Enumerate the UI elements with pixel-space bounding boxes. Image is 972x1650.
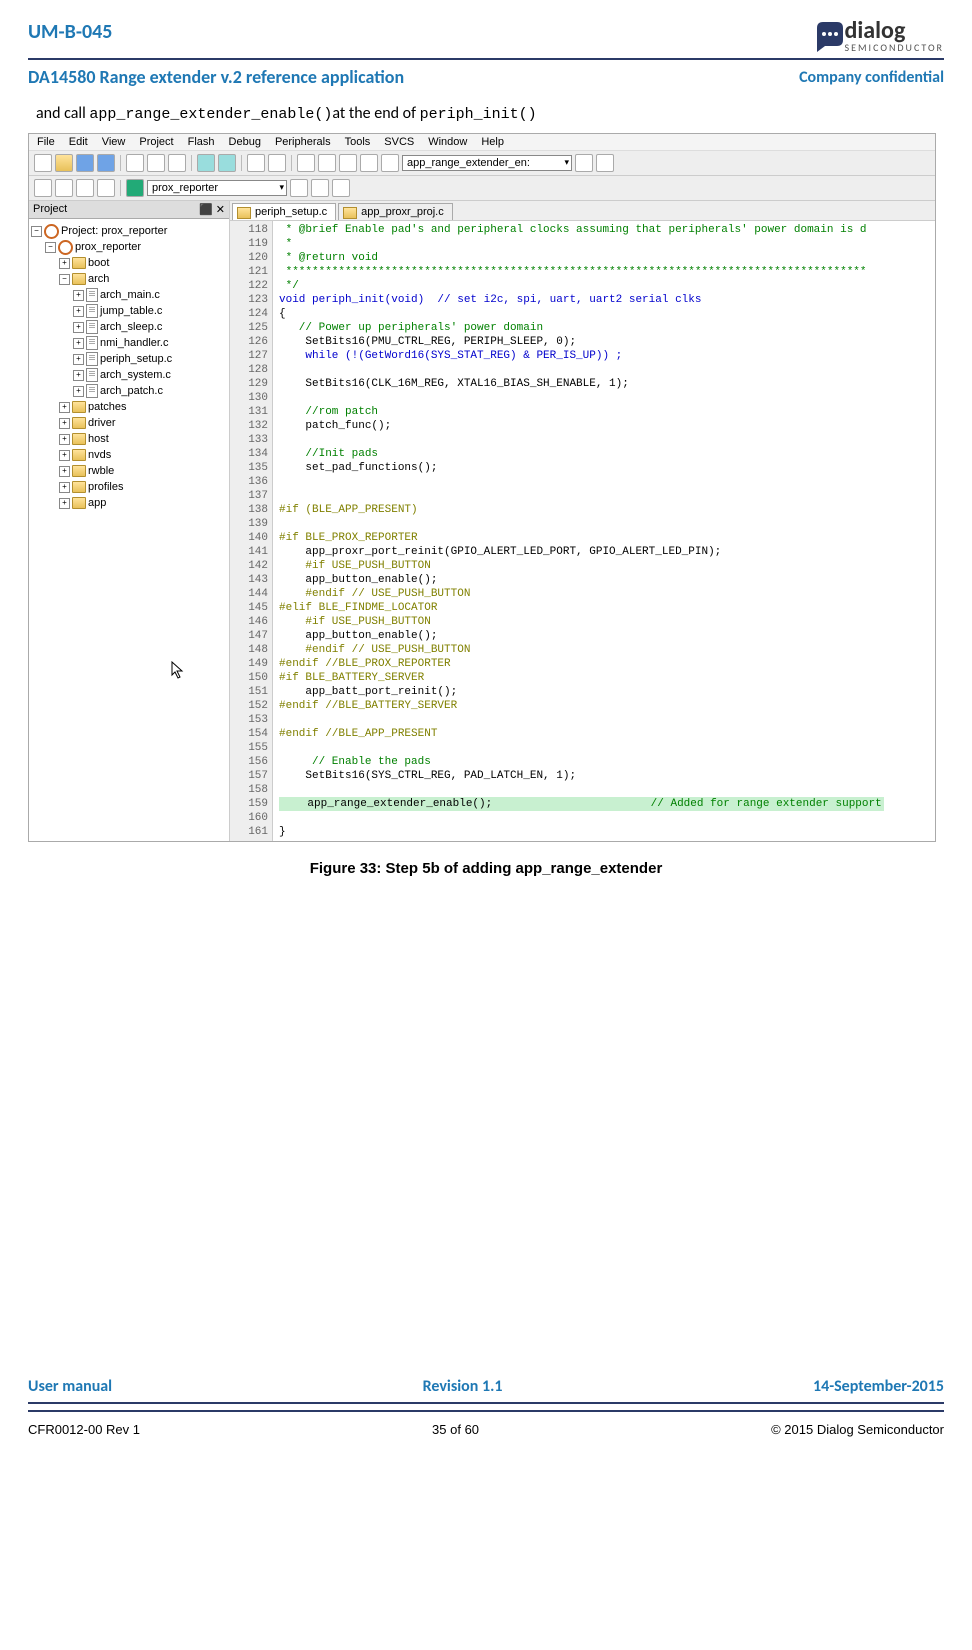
tree-node[interactable]: + app <box>31 495 227 511</box>
panel-pin-icon[interactable]: ⬛ ✕ <box>199 203 225 216</box>
tree-node[interactable]: + periph_setup.c <box>31 351 227 367</box>
editor-tabs: periph_setup.capp_proxr_proj.c <box>230 201 935 221</box>
build-icon[interactable] <box>34 179 52 197</box>
project-panel: Project⬛ ✕ − Project: prox_reporter− pro… <box>29 201 230 841</box>
page-header: UM-B-045 dialogSEMICONDUCTOR <box>28 20 944 52</box>
open-file-icon[interactable] <box>55 154 73 172</box>
new-file-icon[interactable] <box>34 154 52 172</box>
menu-item[interactable]: Peripherals <box>275 136 331 148</box>
cut-icon[interactable] <box>126 154 144 172</box>
menu-item[interactable]: Project <box>139 136 173 148</box>
logo-subtext: SEMICONDUCTOR <box>845 43 944 53</box>
tree-node[interactable]: + rwble <box>31 463 227 479</box>
menu-item[interactable]: Help <box>481 136 504 148</box>
rebuild-icon[interactable] <box>55 179 73 197</box>
footer-bottom: CFR0012-00 Rev 1 35 of 60 © 2015 Dialog … <box>28 1422 944 1437</box>
menu-item[interactable]: SVCS <box>384 136 414 148</box>
tree-node[interactable]: + arch_main.c <box>31 287 227 303</box>
download-icon[interactable] <box>126 179 144 197</box>
project-panel-title: Project⬛ ✕ <box>29 201 229 219</box>
search-combo[interactable]: app_range_extender_en: <box>402 155 572 171</box>
tree-node[interactable]: + nmi_handler.c <box>31 335 227 351</box>
target-options-icon[interactable] <box>311 179 329 197</box>
tree-node[interactable]: − prox_reporter <box>31 239 227 255</box>
tree-node[interactable]: + boot <box>31 255 227 271</box>
tree-node[interactable]: + profiles <box>31 479 227 495</box>
toolbar-2: prox_reporter <box>29 176 935 201</box>
batch-build-icon[interactable] <box>76 179 94 197</box>
header-rule <box>28 58 944 60</box>
footer-rule-2 <box>28 1410 944 1412</box>
find-icon[interactable] <box>575 154 593 172</box>
options-icon[interactable] <box>290 179 308 197</box>
nav-back-icon[interactable] <box>247 154 265 172</box>
menu-item[interactable]: Debug <box>229 136 261 148</box>
doc-subtitle: DA14580 Range extender v.2 reference app… <box>28 66 404 88</box>
footer-right: 14-September-2015 <box>813 1377 944 1396</box>
confidential-label: Company confidential <box>799 68 944 87</box>
menu-item[interactable]: Window <box>428 136 467 148</box>
doc-id: UM-B-045 <box>28 20 112 44</box>
save-all-icon[interactable] <box>97 154 115 172</box>
target-combo[interactable]: prox_reporter <box>147 180 287 196</box>
tree-node[interactable]: + arch_system.c <box>31 367 227 383</box>
toolbar-1: app_range_extender_en: <box>29 151 935 176</box>
nav-fwd-icon[interactable] <box>268 154 286 172</box>
menu-item[interactable]: View <box>102 136 126 148</box>
tree-node[interactable]: + arch_patch.c <box>31 383 227 399</box>
footer-rule-1 <box>28 1402 944 1404</box>
uncomment-icon[interactable] <box>381 154 399 172</box>
menu-item[interactable]: File <box>37 136 55 148</box>
menu-item[interactable]: Edit <box>69 136 88 148</box>
menu-bar: File Edit View Project Flash Debug Peripherals… <box>29 134 935 151</box>
tree-node[interactable]: − Project: prox_reporter <box>31 223 227 239</box>
figure-caption: Figure 33: Step 5b of adding app_range_e… <box>28 860 944 877</box>
footer-right2: © 2015 Dialog Semiconductor <box>771 1422 944 1437</box>
sub-header: DA14580 Range extender v.2 reference app… <box>28 66 944 88</box>
tree-node[interactable]: + patches <box>31 399 227 415</box>
code-area: 118 119 120 121 122 123 124 125 126 127 … <box>230 221 935 841</box>
paste-icon[interactable] <box>168 154 186 172</box>
tree-node[interactable]: − arch <box>31 271 227 287</box>
editor-tab[interactable]: periph_setup.c <box>232 203 336 220</box>
code-body: * @brief Enable pad's and peripheral clo… <box>273 221 890 841</box>
editor-tab[interactable]: app_proxr_proj.c <box>338 203 453 220</box>
tree-node[interactable]: + driver <box>31 415 227 431</box>
footer-center2: 35 of 60 <box>432 1422 479 1437</box>
footer-center: Revision 1.1 <box>423 1377 503 1396</box>
tree-node[interactable]: + nvds <box>31 447 227 463</box>
save-icon[interactable] <box>76 154 94 172</box>
body-instruction: and call app_range_extender_enable()at t… <box>36 104 944 123</box>
footer-top: User manual Revision 1.1 14-September-20… <box>28 1377 944 1396</box>
cursor-icon <box>171 661 185 679</box>
tree-node[interactable]: + host <box>31 431 227 447</box>
editor-area: periph_setup.capp_proxr_proj.c 118 119 1… <box>230 201 935 841</box>
redo-icon[interactable] <box>218 154 236 172</box>
comment-icon[interactable] <box>360 154 378 172</box>
tree-node[interactable]: + arch_sleep.c <box>31 319 227 335</box>
indent-icon[interactable] <box>318 154 336 172</box>
footer-left2: CFR0012-00 Rev 1 <box>28 1422 140 1437</box>
line-gutter: 118 119 120 121 122 123 124 125 126 127 … <box>230 221 273 841</box>
dialog-icon <box>813 20 843 52</box>
menu-item[interactable]: Tools <box>345 136 371 148</box>
company-logo: dialogSEMICONDUCTOR <box>813 20 944 52</box>
footer-left: User manual <box>28 1377 112 1396</box>
find-next-icon[interactable] <box>596 154 614 172</box>
ide-screenshot: File Edit View Project Flash Debug Peripherals… <box>28 133 936 842</box>
menu-item[interactable]: Flash <box>188 136 215 148</box>
outdent-icon[interactable] <box>339 154 357 172</box>
copy-icon[interactable] <box>147 154 165 172</box>
manage-icon[interactable] <box>332 179 350 197</box>
project-tree: − Project: prox_reporter− prox_reporter+… <box>29 219 229 515</box>
stop-build-icon[interactable] <box>97 179 115 197</box>
bookmark-icon[interactable] <box>297 154 315 172</box>
undo-icon[interactable] <box>197 154 215 172</box>
tree-node[interactable]: + jump_table.c <box>31 303 227 319</box>
